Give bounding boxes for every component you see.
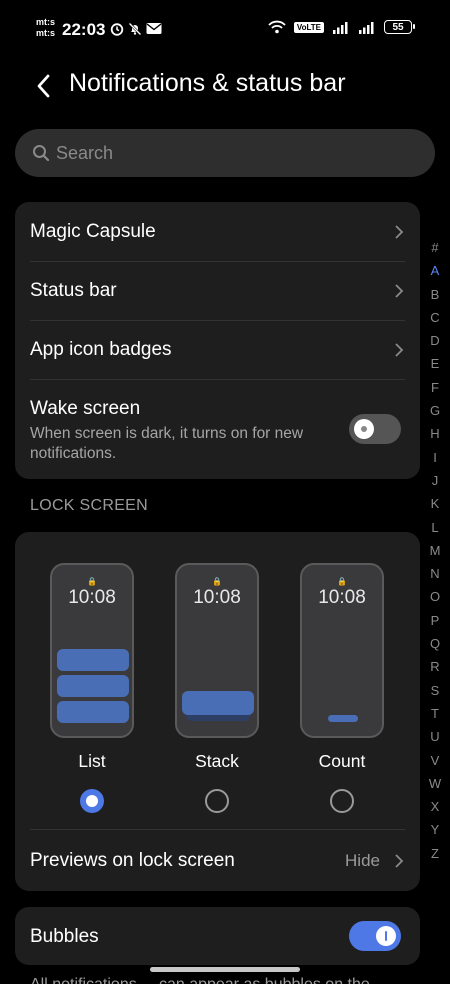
alphabet-index-letter[interactable]: I (428, 446, 442, 469)
alphabet-index-letter[interactable]: X (428, 795, 442, 818)
page-title: Notifications & status bar (69, 69, 346, 97)
alphabet-index-letter[interactable]: Q (428, 632, 442, 655)
alphabet-index-letter[interactable]: L (428, 516, 442, 539)
chevron-right-icon (395, 343, 404, 357)
back-arrow-icon[interactable] (34, 72, 54, 100)
alphabet-index-letter[interactable]: M (428, 539, 442, 562)
clock: 22:03 (62, 20, 106, 39)
app-icon-badges-label: App icon badges (30, 339, 172, 360)
notification-settings-card: Magic Capsule Status bar App icon badges… (15, 202, 420, 479)
alphabet-index-letter[interactable]: C (428, 306, 442, 329)
preview-time: 10:08 (318, 587, 366, 608)
alphabet-index-letter[interactable]: O (428, 585, 442, 608)
alphabet-index-letter[interactable]: U (428, 725, 442, 748)
magic-capsule-row[interactable]: Magic Capsule (15, 202, 420, 261)
wake-screen-label: Wake screen (30, 398, 141, 419)
wifi-icon (268, 20, 286, 34)
signal-icon-sim1 (333, 22, 348, 34)
list-style-label: List (78, 751, 106, 771)
carrier-line-1: mt:s (36, 17, 56, 27)
alphabet-index[interactable]: # A B C D E F G H I J K L M N O P Q R S T U V W X Y Z (428, 236, 442, 865)
bubbles-label: Bubbles (30, 926, 99, 947)
alphabet-index-letter[interactable]: W (428, 772, 442, 795)
alphabet-index-letter[interactable]: P (428, 609, 442, 632)
wake-screen-toggle[interactable] (349, 414, 401, 444)
count-style-label: Count (318, 751, 366, 771)
alarm-icon (110, 23, 124, 36)
alphabet-index-letter[interactable]: Y (428, 818, 442, 841)
alphabet-index-letter[interactable]: K (428, 492, 442, 515)
alphabet-index-letter[interactable]: Z (428, 842, 442, 865)
alphabet-index-letter[interactable]: F (428, 376, 442, 399)
previews-value: Hide (345, 851, 380, 870)
status-right-group: VoLTE 55 (268, 20, 415, 34)
alphabet-index-letter[interactable]: N (428, 562, 442, 585)
count-style-radio[interactable] (330, 789, 354, 813)
volte-badge: VoLTE (293, 21, 324, 33)
battery-icon: 55 (384, 20, 415, 34)
status-bar: mt:s mt:s 22:03 VoLTE 55 (0, 0, 450, 58)
notification-bar (57, 701, 129, 723)
page-header: Notifications & status bar (0, 64, 450, 108)
previews-on-lock-screen-row[interactable]: Previews on lock screen Hide (15, 830, 420, 890)
alphabet-index-letter[interactable]: B (428, 283, 442, 306)
alphabet-index-letter[interactable]: E (428, 352, 442, 375)
lock-icon: 🔒 (337, 577, 347, 586)
magic-capsule-label: Magic Capsule (30, 221, 156, 242)
list-style-preview[interactable]: 🔒 10:08 (50, 563, 134, 738)
preview-time: 10:08 (68, 587, 116, 608)
alphabet-index-letter[interactable]: T (428, 702, 442, 725)
notification-bar (57, 675, 129, 697)
bubbles-toggle[interactable] (349, 921, 401, 951)
app-icon-badges-row[interactable]: App icon badges (15, 320, 420, 379)
bubbles-description: All notifications ... can appear as bubb… (30, 976, 370, 984)
lock-screen-section-title: LOCK SCREEN (30, 497, 148, 514)
notification-count-pill (328, 715, 358, 722)
status-bar-row[interactable]: Status bar (15, 261, 420, 320)
toggle-knob (376, 926, 396, 946)
mute-bell-icon (128, 22, 142, 36)
preview-time: 10:08 (193, 587, 241, 608)
signal-icon-sim2 (359, 22, 374, 34)
chevron-right-icon (395, 284, 404, 298)
search-icon (33, 145, 50, 162)
carrier-line-2: mt:s (36, 28, 56, 38)
chevron-right-icon (395, 225, 404, 239)
lock-icon: 🔒 (212, 577, 222, 586)
divider (30, 379, 405, 380)
search-placeholder: Search (56, 143, 114, 163)
alphabet-index-letter[interactable]: S (428, 679, 442, 702)
stack-style-preview[interactable]: 🔒 10:08 (175, 563, 259, 738)
alphabet-index-letter[interactable]: D (428, 329, 442, 352)
alphabet-index-letter[interactable]: J (428, 469, 442, 492)
toggle-knob (354, 419, 374, 439)
alphabet-index-letter[interactable]: # (428, 236, 442, 259)
mail-icon (146, 23, 162, 34)
alphabet-index-letter[interactable]: G (428, 399, 442, 422)
bubbles-card[interactable]: Bubbles (15, 907, 420, 965)
stacked-notification (182, 691, 254, 715)
notification-bar (57, 649, 129, 671)
carrier-label: mt:s mt:s (36, 17, 55, 39)
alphabet-index-letter[interactable]: H (428, 422, 442, 445)
home-indicator[interactable] (150, 967, 300, 972)
lock-icon: 🔒 (87, 577, 97, 586)
stack-style-radio[interactable] (205, 789, 229, 813)
alphabet-index-letter[interactable]: R (428, 655, 442, 678)
count-style-preview[interactable]: 🔒 10:08 (300, 563, 384, 738)
alphabet-index-letter[interactable]: A (428, 259, 442, 282)
previews-label: Previews on lock screen (30, 850, 235, 871)
alphabet-index-letter[interactable]: V (428, 749, 442, 772)
chevron-right-icon (395, 854, 404, 868)
list-style-radio[interactable] (80, 789, 104, 813)
status-bar-label: Status bar (30, 280, 117, 301)
wake-screen-description: When screen is dark, it turns on for new… (30, 425, 304, 462)
stack-style-label: Stack (195, 751, 239, 771)
